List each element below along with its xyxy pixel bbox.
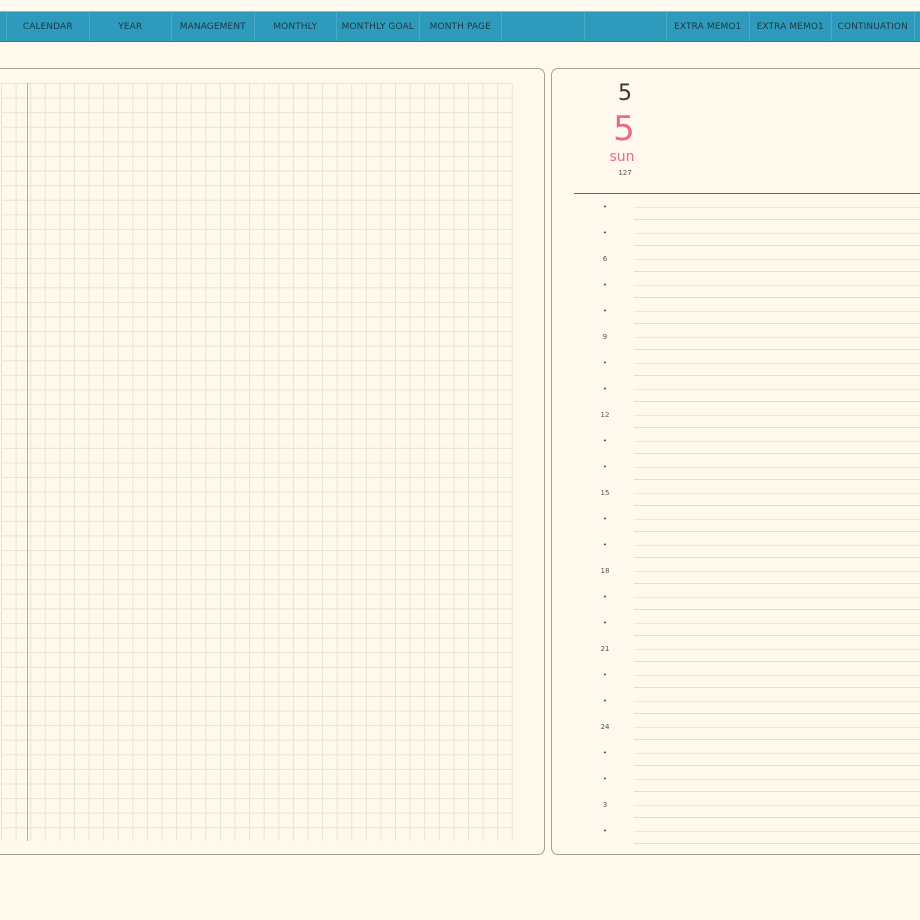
timeline-row[interactable]: • <box>574 298 920 324</box>
hour-label: • <box>602 749 608 757</box>
timeline-row[interactable]: 21 <box>574 636 920 662</box>
hour-label: • <box>602 307 608 315</box>
timeline-row[interactable]: • <box>574 532 920 558</box>
hour-label: • <box>602 463 608 471</box>
timeline-row[interactable]: • <box>574 376 920 402</box>
hour-label: • <box>602 671 608 679</box>
date-day: 5 <box>613 109 635 149</box>
tab-monthly[interactable]: MONTHLY <box>255 12 337 41</box>
hour-label: • <box>602 775 608 783</box>
timeline-row[interactable]: 12 <box>574 402 920 428</box>
timeline-row[interactable]: • <box>574 740 920 766</box>
hour-label: • <box>602 827 608 835</box>
timeline-row[interactable]: 18 <box>574 558 920 584</box>
timeline-row[interactable]: 6 <box>574 246 920 272</box>
timeline-row[interactable]: • <box>574 688 920 714</box>
date-weekday: sun <box>609 149 635 165</box>
tab-continuation[interactable]: CONTINUATION <box>832 12 915 41</box>
day-of-year: 127 <box>618 169 632 177</box>
hour-label: 15 <box>600 489 610 497</box>
hour-label: 24 <box>600 723 610 731</box>
tab-bar: CALENDAR YEAR MANAGEMENT MONTHLY MONTHLY… <box>0 11 920 42</box>
timeline-row[interactable]: • <box>574 766 920 792</box>
margin-line <box>27 83 28 841</box>
hour-label: 3 <box>602 801 608 809</box>
tab-management[interactable]: MANAGEMENT <box>172 12 255 41</box>
hour-label: • <box>602 437 608 445</box>
timeline-row[interactable]: • <box>574 454 920 480</box>
timeline-row[interactable]: • <box>574 584 920 610</box>
tab-extra-memo-2[interactable]: EXTRA MEMO1 <box>750 12 832 41</box>
hour-label: • <box>602 203 608 211</box>
timeline-row[interactable]: 3 <box>574 792 920 818</box>
timeline-row[interactable]: 9 <box>574 324 920 350</box>
hour-label: • <box>602 697 608 705</box>
hour-label: 18 <box>600 567 610 575</box>
hour-label: 9 <box>602 333 608 341</box>
hour-label: • <box>602 359 608 367</box>
hour-label: 12 <box>600 411 610 419</box>
tab-monthly-goal[interactable]: MONTHLY GOAL <box>337 12 420 41</box>
tab-extra-memo-1[interactable]: EXTRA MEMO1 <box>667 12 750 41</box>
tab-month-page[interactable]: MONTH PAGE <box>420 12 502 41</box>
timeline-row[interactable]: • <box>574 194 920 220</box>
hour-label: • <box>602 229 608 237</box>
timeline-row[interactable]: • <box>574 350 920 376</box>
timeline-row[interactable]: • <box>574 818 920 844</box>
tab-edge[interactable] <box>0 12 7 41</box>
tab-blank[interactable] <box>502 12 585 41</box>
timeline-row[interactable]: • <box>574 506 920 532</box>
hour-label: • <box>602 593 608 601</box>
graph-grid <box>1 83 513 841</box>
hour-label: • <box>602 281 608 289</box>
timeline-row[interactable]: • <box>574 428 920 454</box>
hour-label: 6 <box>602 255 608 263</box>
hour-label: • <box>602 619 608 627</box>
timeline-row[interactable]: 15 <box>574 480 920 506</box>
hour-label: • <box>602 515 608 523</box>
timeline-row[interactable]: • <box>574 272 920 298</box>
tab-blank[interactable] <box>585 12 667 41</box>
tab-calendar[interactable]: CALENDAR <box>7 12 90 41</box>
hour-label: • <box>602 541 608 549</box>
timeline-row[interactable]: • <box>574 220 920 246</box>
memo-page[interactable] <box>0 68 545 855</box>
hour-label: 21 <box>600 645 610 653</box>
tab-year[interactable]: YEAR <box>90 12 172 41</box>
hourly-timeline[interactable]: • • 6 • • 9 • • 12 • • 15 • • 18 • • 21 • • 24 • • 3 • <box>574 194 920 844</box>
timeline-row[interactable]: • <box>574 610 920 636</box>
timeline-row[interactable]: 24 <box>574 714 920 740</box>
timeline-row[interactable]: • <box>574 662 920 688</box>
hour-label: • <box>602 385 608 393</box>
date-month: 5 <box>618 81 632 106</box>
daily-schedule-page[interactable]: 5 5 sun 127 • • 6 • • 9 • • 12 • • 15 • • 18 • • 21 • • 24 • •… <box>551 68 920 855</box>
